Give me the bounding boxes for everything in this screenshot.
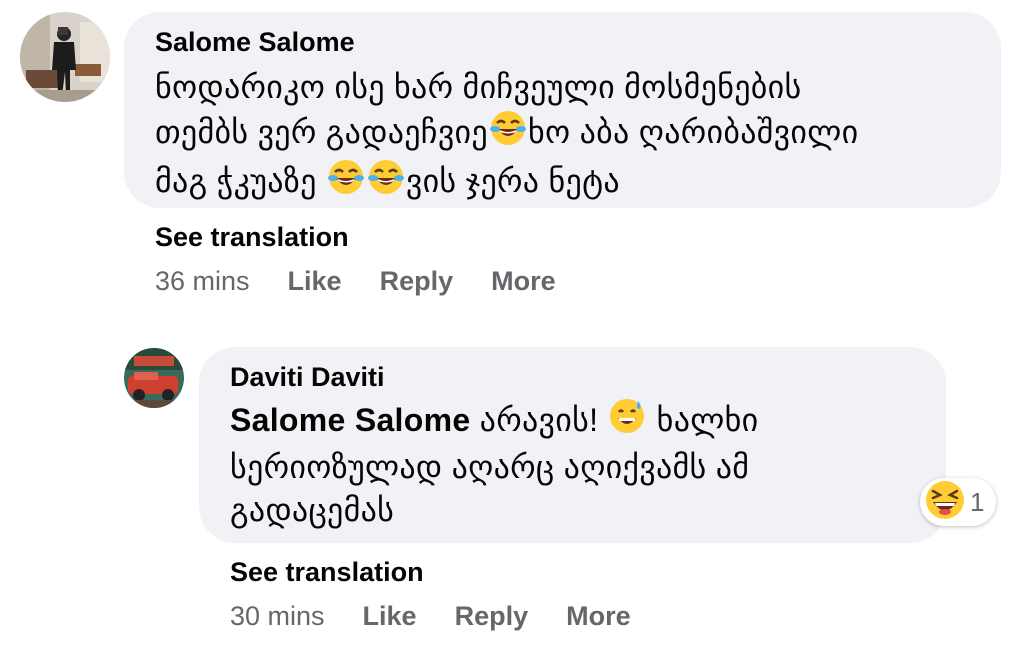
comment-bubble: Salome Salome ნოდარიკო ისე ხარ მიჩვეული …	[124, 12, 1001, 208]
laughing-reaction-icon	[924, 479, 966, 526]
more-button[interactable]: More	[566, 601, 631, 632]
reply-author[interactable]: Daviti Daviti	[230, 361, 946, 393]
reply-bubble: Daviti Daviti Salome Salome არავის! ხალხ…	[199, 347, 946, 543]
avatar-daviti[interactable]	[124, 348, 184, 408]
like-button[interactable]: Like	[363, 601, 417, 632]
tears-of-joy-emoji-icon	[327, 158, 365, 207]
avatar-salome[interactable]	[20, 12, 110, 102]
reply-button[interactable]: Reply	[380, 266, 454, 297]
reaction-count: 1	[970, 486, 985, 517]
reply-button[interactable]: Reply	[455, 601, 529, 632]
reply-text: Salome Salome არავის! ხალხი სერიოზულად ა…	[230, 397, 946, 532]
comment-text-line: ნოდარიკო ისე ხარ მიჩვეული მოსმენების	[155, 69, 802, 105]
mention-link[interactable]: Salome Salome	[230, 402, 470, 438]
tears-of-joy-emoji-icon	[489, 109, 527, 158]
see-translation-link[interactable]: See translation	[230, 557, 424, 588]
grinning-sweat-emoji-icon	[608, 397, 646, 446]
comment-actions: 36 mins Like Reply More	[155, 266, 556, 297]
reply-text-line: გადაცემას	[230, 492, 395, 528]
reply-text-line: სერიოზულად აღარც აღიქვამს ამ	[230, 449, 750, 485]
see-translation-link[interactable]: See translation	[155, 222, 349, 253]
comment-text-line: ვის ჯერა ნეტა	[405, 163, 620, 199]
comment-text-line: მაგ ჭკუაზე	[155, 163, 326, 199]
comment-timestamp[interactable]: 36 mins	[155, 266, 250, 297]
reply-timestamp[interactable]: 30 mins	[230, 601, 325, 632]
comment-text: ნოდარიკო ისე ხარ მიჩვეული მოსმენების თემ…	[155, 66, 1001, 207]
reaction-summary[interactable]: 1	[920, 478, 996, 526]
comment-text-line: თემბს ვერ გადაეჩვიე	[155, 114, 488, 150]
comment-author[interactable]: Salome Salome	[155, 26, 1001, 58]
comment-text-line: ხო აბა ღარიბაშვილი	[527, 114, 859, 150]
reply-actions: 30 mins Like Reply More	[230, 601, 631, 632]
like-button[interactable]: Like	[288, 266, 342, 297]
reply-text-line: ხალხი	[647, 402, 759, 438]
reply-text-line: არავის!	[470, 402, 608, 438]
tears-of-joy-emoji-icon	[367, 158, 405, 207]
more-button[interactable]: More	[491, 266, 556, 297]
